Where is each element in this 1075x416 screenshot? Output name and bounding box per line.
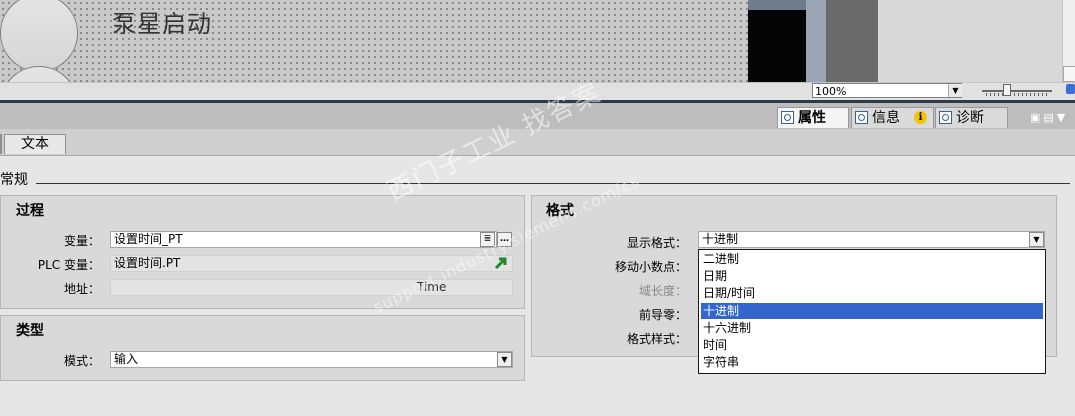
tab-label: 属性 [798, 110, 826, 126]
chevron-down-icon[interactable]: ▼ [497, 352, 512, 367]
leading-zeros-label: 前导零： [638, 308, 687, 322]
screen-preview-dark [748, 10, 806, 82]
window-controls-icon[interactable]: ▣▤▼ [1030, 111, 1074, 124]
format-style-label: 格式样式： [626, 332, 687, 346]
variable-field[interactable]: 设置时间_PT [110, 231, 497, 248]
chevron-down-icon[interactable]: ▼ [1029, 232, 1044, 247]
mode-label: 模式： [63, 354, 100, 368]
info-icon [855, 111, 868, 124]
plc-variable-label: PLC 变量： [37, 258, 100, 272]
chevron-down-icon[interactable]: ▼ [948, 84, 962, 97]
variable-label: 变量： [63, 234, 100, 248]
tab-diagnostics[interactable]: 诊断 [935, 107, 1008, 128]
decimal-shift-label: 移动小数点： [614, 260, 687, 274]
display-format-label: 显示格式： [626, 236, 687, 250]
dropdown-option-string[interactable]: 字符串 [701, 354, 1043, 370]
display-format-select[interactable]: 十进制 [698, 231, 1045, 248]
screen-preview-panel [826, 0, 878, 82]
dropdown-option-binary[interactable]: 二进制 [701, 251, 1043, 267]
dropdown-option-time[interactable]: 时间 [701, 337, 1043, 353]
type-group-title: 类型 [16, 323, 44, 339]
dropdown-option-date[interactable]: 日期 [701, 268, 1043, 284]
zoom-slider-track[interactable] [982, 90, 1052, 92]
zoom-slider-thumb[interactable] [1003, 84, 1011, 96]
properties-icon [781, 111, 794, 124]
process-group-title: 过程 [16, 203, 44, 219]
field-length-label: 域长度： [638, 284, 687, 298]
zoom-fit-icon[interactable] [1066, 84, 1075, 94]
section-divider [36, 183, 1070, 184]
tab-label: 诊断 [956, 110, 984, 126]
zoom-select[interactable]: 100% [812, 83, 962, 98]
variable-table-icon[interactable]: ≣ [480, 232, 495, 247]
section-general-title: 常规 [0, 172, 28, 188]
tab-properties[interactable]: 属性 [777, 107, 849, 128]
mode-select[interactable]: 输入 [110, 351, 513, 368]
canvas-title[interactable]: 泵星启动 [112, 4, 212, 39]
screen-preview-bar [806, 0, 826, 82]
display-format-dropdown[interactable]: 二进制 日期 日期/时间 十进制 十六进制 时间 字符串 [698, 249, 1046, 374]
dropdown-option-datetime[interactable]: 日期/时间 [701, 285, 1043, 301]
address-type: Time [417, 280, 447, 294]
type-group [0, 315, 525, 381]
diagnostics-icon [939, 111, 952, 124]
address-label: 地址： [63, 282, 100, 296]
zoom-slider-ticks [986, 93, 1048, 96]
sub-tab-strip [0, 129, 1075, 156]
tab-text[interactable]: 文本 [4, 134, 66, 154]
info-badge-icon: i [914, 111, 927, 124]
tab-edge [0, 134, 2, 154]
plc-variable-field: 设置时间.PT [110, 255, 513, 272]
address-field [110, 279, 513, 296]
goto-arrow-icon[interactable] [493, 255, 508, 270]
scrollbar-thumb[interactable] [1063, 66, 1075, 82]
format-group-title: 格式 [546, 203, 574, 219]
dropdown-option-hex[interactable]: 十六进制 [701, 320, 1043, 336]
tab-label: 信息 [872, 110, 900, 126]
screen-preview-edge [878, 0, 1062, 82]
dropdown-option-decimal[interactable]: 十进制 [701, 303, 1043, 319]
browse-button[interactable]: … [497, 232, 512, 247]
